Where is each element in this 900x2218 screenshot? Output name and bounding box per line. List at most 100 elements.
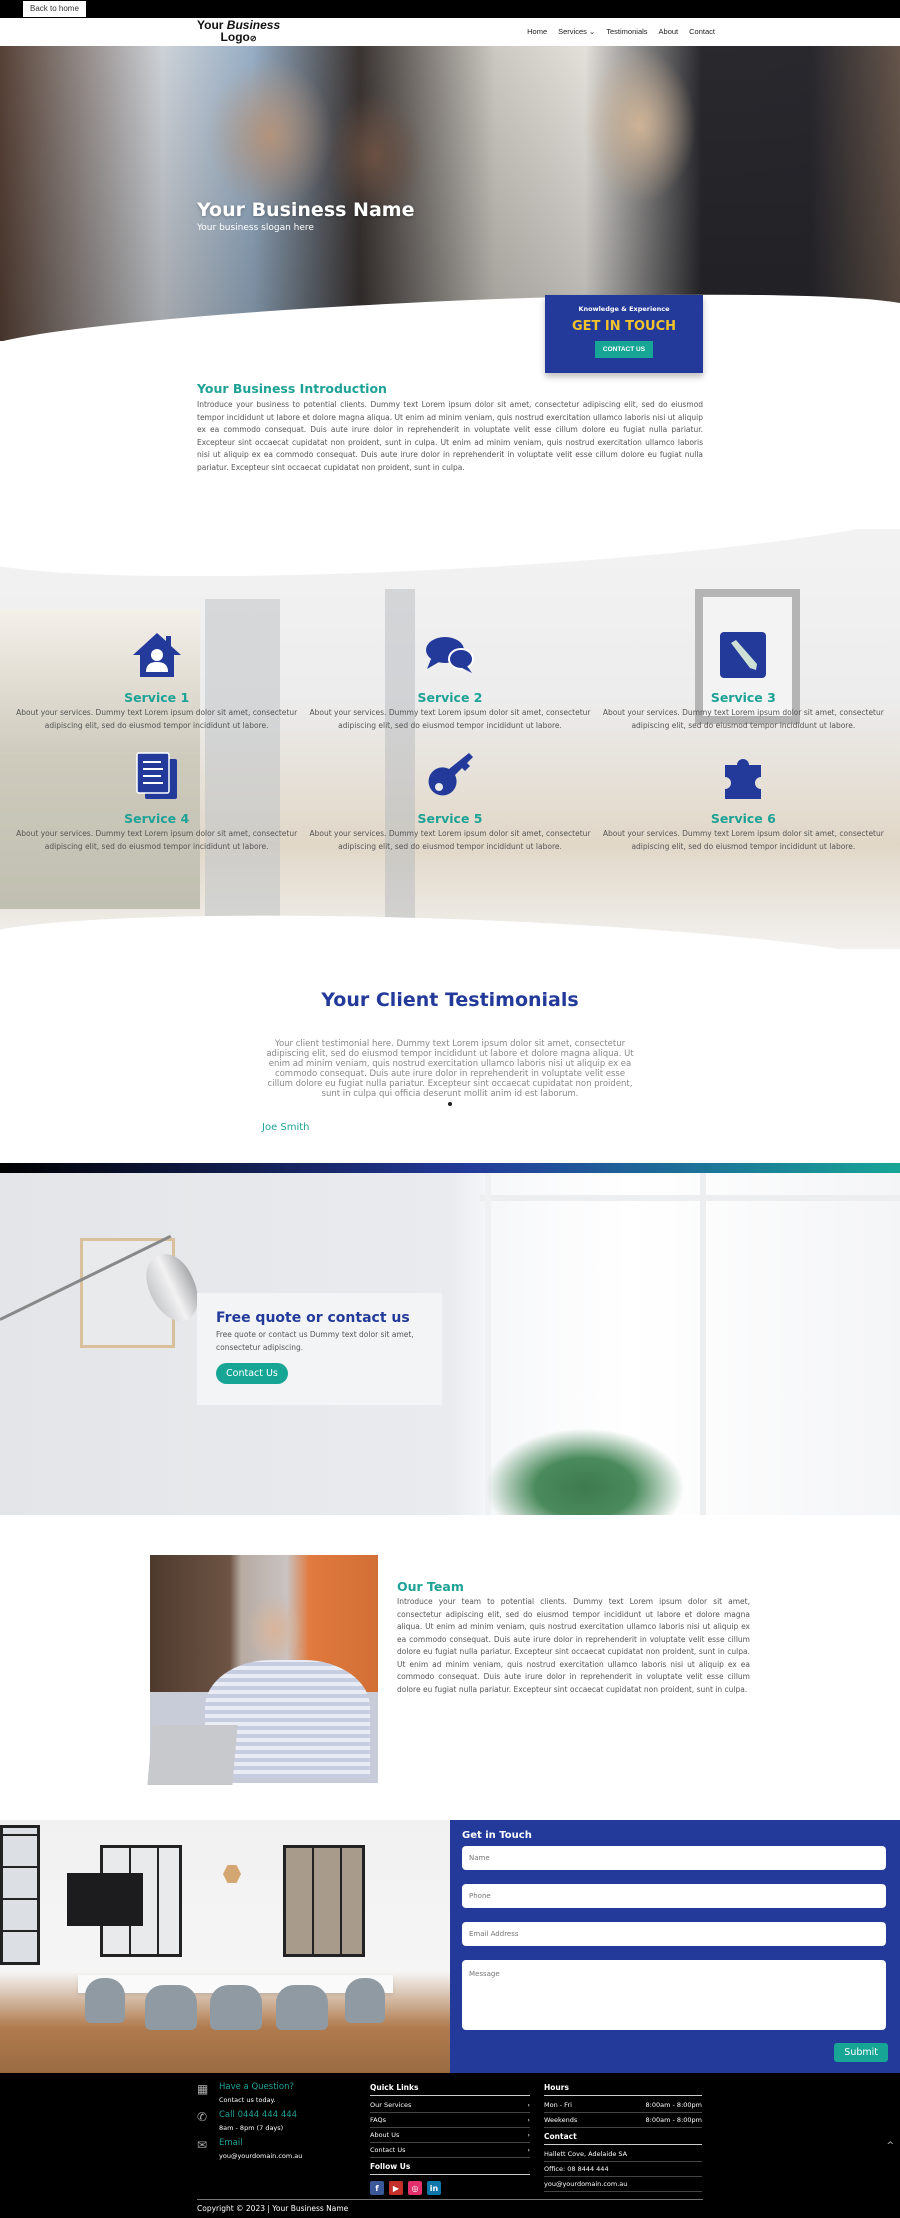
- site-header: Your Business Logo⊘ Home Services ⌄ Test…: [0, 18, 900, 46]
- nav-contact[interactable]: Contact: [689, 27, 715, 36]
- photo-chair: [210, 1985, 262, 2030]
- question-sub: Contact us today.: [219, 2096, 276, 2104]
- service-title: Service 4: [124, 811, 190, 826]
- contact-form-heading: Get in Touch: [462, 1830, 532, 1841]
- check-circle-icon: ⊘: [249, 34, 257, 43]
- service-text: About your services. Dummy text Lorem ip…: [602, 829, 884, 851]
- contact-us-button[interactable]: CONTACT US: [594, 341, 654, 358]
- services-section: Service 1 About your services. Dummy tex…: [0, 529, 900, 949]
- chevron-right-icon: ›: [527, 2116, 530, 2124]
- contact-us-pill-button[interactable]: Contact Us: [216, 1363, 288, 1384]
- testimonials-section: Your Client Testimonials Your client tes…: [0, 949, 900, 1163]
- testimonial-author: Joe Smith: [262, 1122, 310, 1133]
- free-quote-heading: Free quote or contact us: [216, 1310, 410, 1326]
- call-title[interactable]: Call 0444 444 444: [219, 2110, 357, 2120]
- name-field[interactable]: [462, 1846, 886, 1870]
- nav-about[interactable]: About: [659, 27, 679, 36]
- quick-links-heading: Quick Links: [370, 2083, 530, 2096]
- question-title: Have a Question?: [219, 2082, 295, 2092]
- hero-section: Your Business Name Your business slogan …: [0, 46, 900, 341]
- hours-time: 8:00am - 8:00pm: [645, 2116, 702, 2124]
- bg-window-frame: [700, 1173, 706, 1515]
- nav-testimonials[interactable]: Testimonials: [606, 27, 647, 36]
- photo-chair: [345, 1978, 385, 2023]
- contact-email: you@yourdomain.com.au: [544, 2177, 702, 2192]
- testimonial-quote: Your client testimonial here. Dummy text…: [266, 1039, 634, 1099]
- envelope-icon: ✉: [197, 2138, 208, 2152]
- calculator-icon: ▦: [197, 2082, 209, 2096]
- hours-day: Weekends: [544, 2116, 578, 2124]
- footer-call: ✆ Call 0444 444 444 8am - 8pm (7 days): [197, 2110, 357, 2132]
- chat-bubbles-icon: [424, 629, 476, 681]
- get-in-touch-card: Knowledge & Experience GET IN TOUCH CONT…: [545, 295, 703, 373]
- quick-link-our-services[interactable]: Our Services ›: [370, 2098, 530, 2113]
- social-links: f ▶ ◎ in: [370, 2181, 530, 2195]
- quick-link-about-us[interactable]: About Us ›: [370, 2128, 530, 2143]
- free-quote-body: Free quote or contact us Dummy text dolo…: [216, 1330, 414, 1352]
- service-text: About your services. Dummy text Lorem ip…: [16, 708, 298, 730]
- services-grid: Service 1 About your services. Dummy tex…: [0, 629, 900, 853]
- house-user-icon: [131, 629, 183, 681]
- photo-window: [283, 1845, 365, 1957]
- logo[interactable]: Your Business Logo⊘: [197, 19, 280, 45]
- gradient-divider: [0, 1163, 900, 1173]
- hours-row: Mon - Fri 8:00am - 8:00pm: [544, 2098, 702, 2113]
- link-label: About Us: [370, 2131, 400, 2139]
- photo-clock: [223, 1865, 241, 1883]
- nav-home[interactable]: Home: [527, 27, 547, 36]
- linkedin-icon[interactable]: in: [427, 2181, 441, 2195]
- team-heading: Our Team: [397, 1579, 464, 1594]
- quick-link-contact-us[interactable]: Contact Us ›: [370, 2143, 530, 2158]
- free-quote-section: Free quote or contact us Free quote or c…: [0, 1173, 900, 1515]
- footer-email: ✉ Email you@yourdomain.com.au: [197, 2138, 357, 2160]
- service-title: Service 3: [710, 690, 776, 705]
- nav-services[interactable]: Services ⌄: [558, 27, 595, 36]
- instagram-icon[interactable]: ◎: [408, 2181, 422, 2195]
- free-quote-card: Free quote or contact us Free quote or c…: [197, 1293, 442, 1405]
- documents-icon: [131, 750, 183, 802]
- service-card: Service 4 About your services. Dummy tex…: [10, 750, 303, 853]
- cta-kicker: Knowledge & Experience: [578, 305, 670, 313]
- hero-slogan: Your business slogan here: [197, 223, 314, 233]
- footer-hours-column: Hours Mon - Fri 8:00am - 8:00pm Weekends 8…: [544, 2083, 702, 2192]
- slider-dot[interactable]: [0, 1093, 900, 1112]
- facebook-icon[interactable]: f: [370, 2181, 384, 2195]
- submit-button[interactable]: Submit: [834, 2043, 888, 2062]
- photo-chair: [276, 1985, 328, 2030]
- contact-section: Get in Touch Submit: [0, 1820, 900, 2073]
- link-label: Our Services: [370, 2101, 412, 2109]
- back-to-home-button[interactable]: Back to home: [23, 1, 86, 17]
- contact-line[interactable]: you@yourdomain.com.au: [544, 2180, 627, 2188]
- service-card: Service 5 About your services. Dummy tex…: [303, 750, 596, 853]
- contact-line: Hallett Cove, Adelaide SA: [544, 2150, 628, 2158]
- team-body: Introduce your team to potential clients…: [397, 1597, 750, 1694]
- service-card: Service 6 About your services. Dummy tex…: [597, 750, 890, 853]
- email-field[interactable]: [462, 1922, 886, 1946]
- key-icon: [424, 750, 476, 802]
- intro-body: Introduce your business to potential cli…: [197, 400, 703, 472]
- service-title: Service 2: [417, 690, 483, 705]
- contact-line[interactable]: Office: 08 8444 444: [544, 2165, 609, 2173]
- quick-link-faqs[interactable]: FAQs ›: [370, 2113, 530, 2128]
- logo-text-line2: Logo: [220, 30, 250, 44]
- youtube-icon[interactable]: ▶: [389, 2181, 403, 2195]
- photo-tv: [67, 1873, 143, 1926]
- pencil-square-icon: [717, 629, 769, 681]
- photo-window: [0, 1825, 40, 1965]
- contact-office: Office: 08 8444 444: [544, 2162, 702, 2177]
- phone-field[interactable]: [462, 1884, 886, 1908]
- intro-heading: Your Business Introduction: [197, 381, 387, 396]
- top-bar: Back to home: [0, 0, 900, 18]
- chevron-right-icon: ›: [527, 2146, 530, 2154]
- link-label: Contact Us: [370, 2146, 406, 2154]
- message-field[interactable]: [462, 1960, 886, 2030]
- email-address[interactable]: you@yourdomain.com.au: [219, 2152, 357, 2160]
- hours-day: Mon - Fri: [544, 2101, 572, 2109]
- bg-window-bar: [480, 1195, 900, 1201]
- link-label: FAQs: [370, 2116, 386, 2124]
- back-to-top-icon[interactable]: ^: [886, 2141, 894, 2151]
- footer-contact-column: ▦ Have a Question? Contact us today. ✆ C…: [197, 2082, 357, 2166]
- team-text: Our Team Introduce your team to potentia…: [397, 1579, 750, 1696]
- phone-icon: ✆: [197, 2110, 208, 2124]
- testimonials-heading: Your Client Testimonials: [321, 989, 579, 1011]
